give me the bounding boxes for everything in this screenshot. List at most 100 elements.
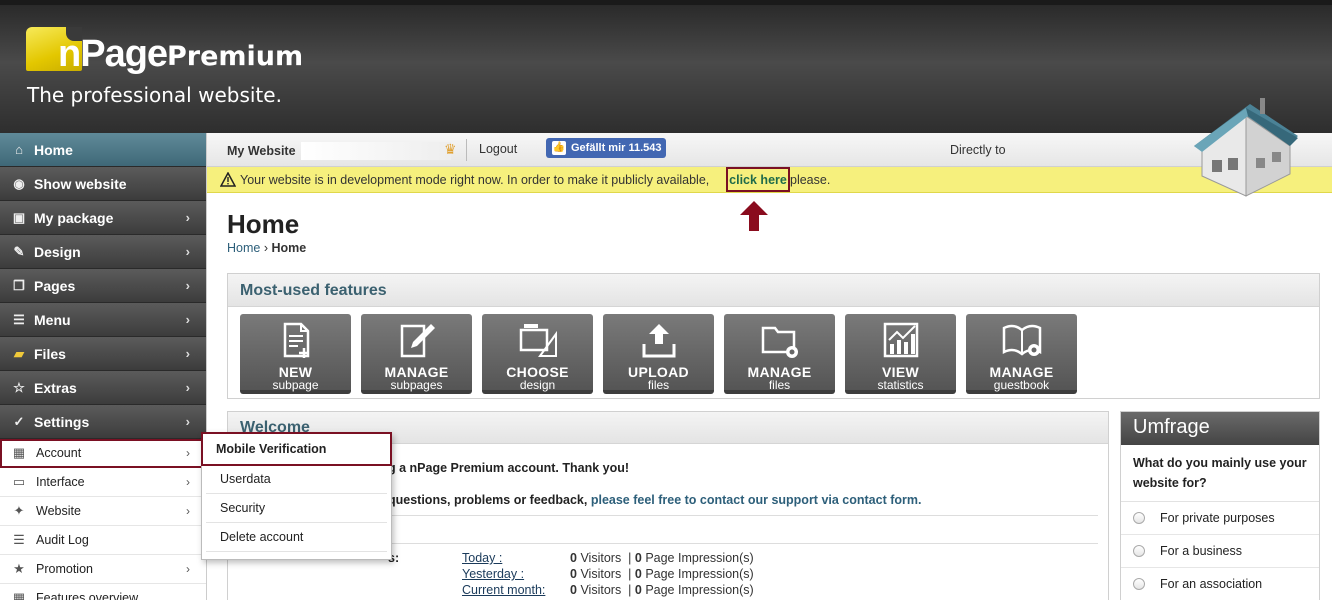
site-header: nPage Premium The professional website. (0, 0, 1332, 133)
tile-manage-files[interactable]: MANAGE files (724, 314, 835, 394)
sidebar-item-show-website[interactable]: ◉ Show website (0, 167, 206, 201)
divider (466, 139, 467, 161)
breadcrumb-home-link[interactable]: Home (227, 241, 260, 255)
sidebar-subitem-audit-log[interactable]: ☰ Audit Log (0, 526, 206, 555)
sidebar-subitem-promotion[interactable]: ★ Promotion › (0, 555, 206, 584)
tagline: The professional website. (27, 83, 282, 107)
new-page-icon (283, 322, 310, 358)
star-icon: ☆ (13, 379, 25, 395)
crown-icon: ♛ (444, 141, 457, 157)
chevron-right-icon: › (186, 475, 190, 489)
package-icon: ▣ (12, 209, 26, 225)
sidebar-item-design[interactable]: ✎ Design › (0, 235, 206, 269)
monitor-icon: ▭ (12, 474, 26, 489)
chevron-right-icon: › (186, 504, 190, 518)
breadcrumb: Home › Home (227, 241, 306, 255)
website-selector[interactable] (301, 142, 451, 160)
poll-option[interactable]: For an association (1121, 568, 1319, 600)
chevron-right-icon: › (185, 278, 190, 293)
tile-manage-subpages[interactable]: MANAGE subpages (361, 314, 472, 394)
flyout-item-security[interactable]: Security (206, 494, 387, 523)
wrench-icon: ✦ (13, 503, 25, 518)
most-used-features-panel: Most-used features NEW subpage MANAGE su… (227, 273, 1320, 399)
breadcrumb-current: Home (271, 241, 307, 255)
list-icon: ☰ (13, 532, 25, 547)
sidebar-subitem-features-overview[interactable]: ▦ Features overview (0, 584, 206, 600)
thumbs-up-icon: 👍 (552, 141, 566, 155)
menu-icon: ☰ (13, 311, 25, 327)
sidebar-item-extras[interactable]: ☆ Extras › (0, 371, 206, 405)
stats-row-yesterday: Yesterday :0 Visitors | 0 Page Impressio… (462, 567, 754, 581)
chart-icon (883, 322, 919, 358)
folder-icon: ▰ (14, 345, 24, 361)
design-tools-icon (519, 324, 557, 357)
sidebar-item-my-package[interactable]: ▣ My package › (0, 201, 206, 235)
chevron-right-icon: › (185, 312, 190, 327)
chevron-right-icon: › (186, 562, 190, 576)
sidebar-item-settings[interactable]: ✓ Settings › (0, 405, 206, 439)
sidebar-item-files[interactable]: ▰ Files › (0, 337, 206, 371)
arrow-up-icon (740, 201, 768, 231)
chevron-right-icon: › (185, 346, 190, 361)
stats-period-link[interactable]: Yesterday : (462, 567, 570, 581)
radio-button[interactable] (1133, 578, 1145, 590)
chevron-right-icon: › (185, 380, 190, 395)
grid-icon: ▦ (12, 590, 26, 600)
sidebar-item-home[interactable]: ⌂ Home (0, 133, 206, 167)
sidebar-subitem-interface[interactable]: ▭ Interface › (0, 468, 206, 497)
account-flyout-menu: Mobile Verification Userdata Security De… (201, 432, 392, 560)
stats-period-link[interactable]: Current month: (462, 583, 570, 597)
logout-link[interactable]: Logout (479, 142, 517, 156)
star-icon: ★ (13, 561, 25, 576)
page-title: Home (227, 209, 300, 239)
sidebar-item-menu[interactable]: ☰ Menu › (0, 303, 206, 337)
website-selector-label[interactable]: My Website (227, 144, 296, 158)
poll-option[interactable]: For a business (1121, 535, 1319, 568)
sidebar-subitem-account[interactable]: ▦ Account › (0, 439, 206, 468)
flyout-item-mobile-verification[interactable]: Mobile Verification (201, 432, 392, 466)
flyout-item-userdata[interactable]: Userdata (206, 465, 387, 494)
development-mode-message: Your website is in development mode righ… (240, 173, 710, 187)
contact-support-link[interactable]: please feel free to contact our support … (591, 493, 922, 507)
pages-icon: ❐ (13, 277, 25, 293)
poll-option[interactable]: For private purposes (1121, 502, 1319, 535)
support-message: questions, problems or feedback, please … (388, 493, 922, 507)
poll-panel: Umfrage What do you mainly use your webs… (1120, 411, 1320, 600)
tile-choose-design[interactable]: CHOOSE design (482, 314, 593, 394)
sidebar-subitem-website[interactable]: ✦ Website › (0, 497, 206, 526)
publish-click-here-link[interactable]: click here (726, 167, 790, 192)
upload-icon (642, 324, 676, 358)
house-icon (1194, 98, 1298, 197)
chevron-right-icon: › (185, 414, 190, 429)
stats-period-link[interactable]: Today : (462, 551, 570, 565)
divider (388, 543, 1098, 544)
tile-manage-guestbook[interactable]: MANAGE guestbook (966, 314, 1077, 394)
logo-premium-text: Premium (167, 41, 304, 72)
folder-gear-icon (761, 326, 798, 358)
facebook-like-button[interactable]: 👍 Gefällt mir 11.543 (546, 138, 666, 158)
radio-button[interactable] (1133, 512, 1145, 524)
account-icon: ▦ (12, 445, 26, 460)
development-mode-message-end: please. (790, 173, 831, 187)
poll-question: What do you mainly use your website for? (1121, 445, 1319, 502)
stats-row-current-month: Current month: 0 Visitors | 0 Page Impres… (462, 583, 754, 597)
sidebar: ⌂ Home ◉ Show website ▣ My package › ✎ D… (0, 133, 207, 600)
warning-icon (220, 172, 236, 187)
edit-page-icon (400, 324, 435, 358)
radio-button[interactable] (1133, 545, 1145, 557)
chevron-right-icon: › (185, 244, 190, 259)
top-bar: My Website ♛ Logout 👍 Gefällt mir 11.543… (207, 133, 1332, 167)
flyout-item-delete-account[interactable]: Delete account (206, 523, 387, 552)
poll-title: Umfrage (1121, 412, 1319, 445)
development-mode-banner: Your website is in development mode righ… (207, 167, 1332, 193)
tile-upload-files[interactable]: UPLOAD files (603, 314, 714, 394)
tile-view-statistics[interactable]: VIEW statistics (845, 314, 956, 394)
welcome-message: g a nPage Premium account. Thank you! (388, 461, 630, 475)
stats-row-today: Today :0 Visitors | 0 Page Impression(s) (462, 551, 754, 565)
tile-new-subpage[interactable]: NEW subpage (240, 314, 351, 394)
chevron-right-icon: › (185, 210, 190, 225)
chevron-right-icon: › (186, 446, 190, 460)
brush-icon: ✎ (13, 243, 25, 259)
sidebar-item-pages[interactable]: ❐ Pages › (0, 269, 206, 303)
home-icon: ⌂ (15, 142, 23, 157)
